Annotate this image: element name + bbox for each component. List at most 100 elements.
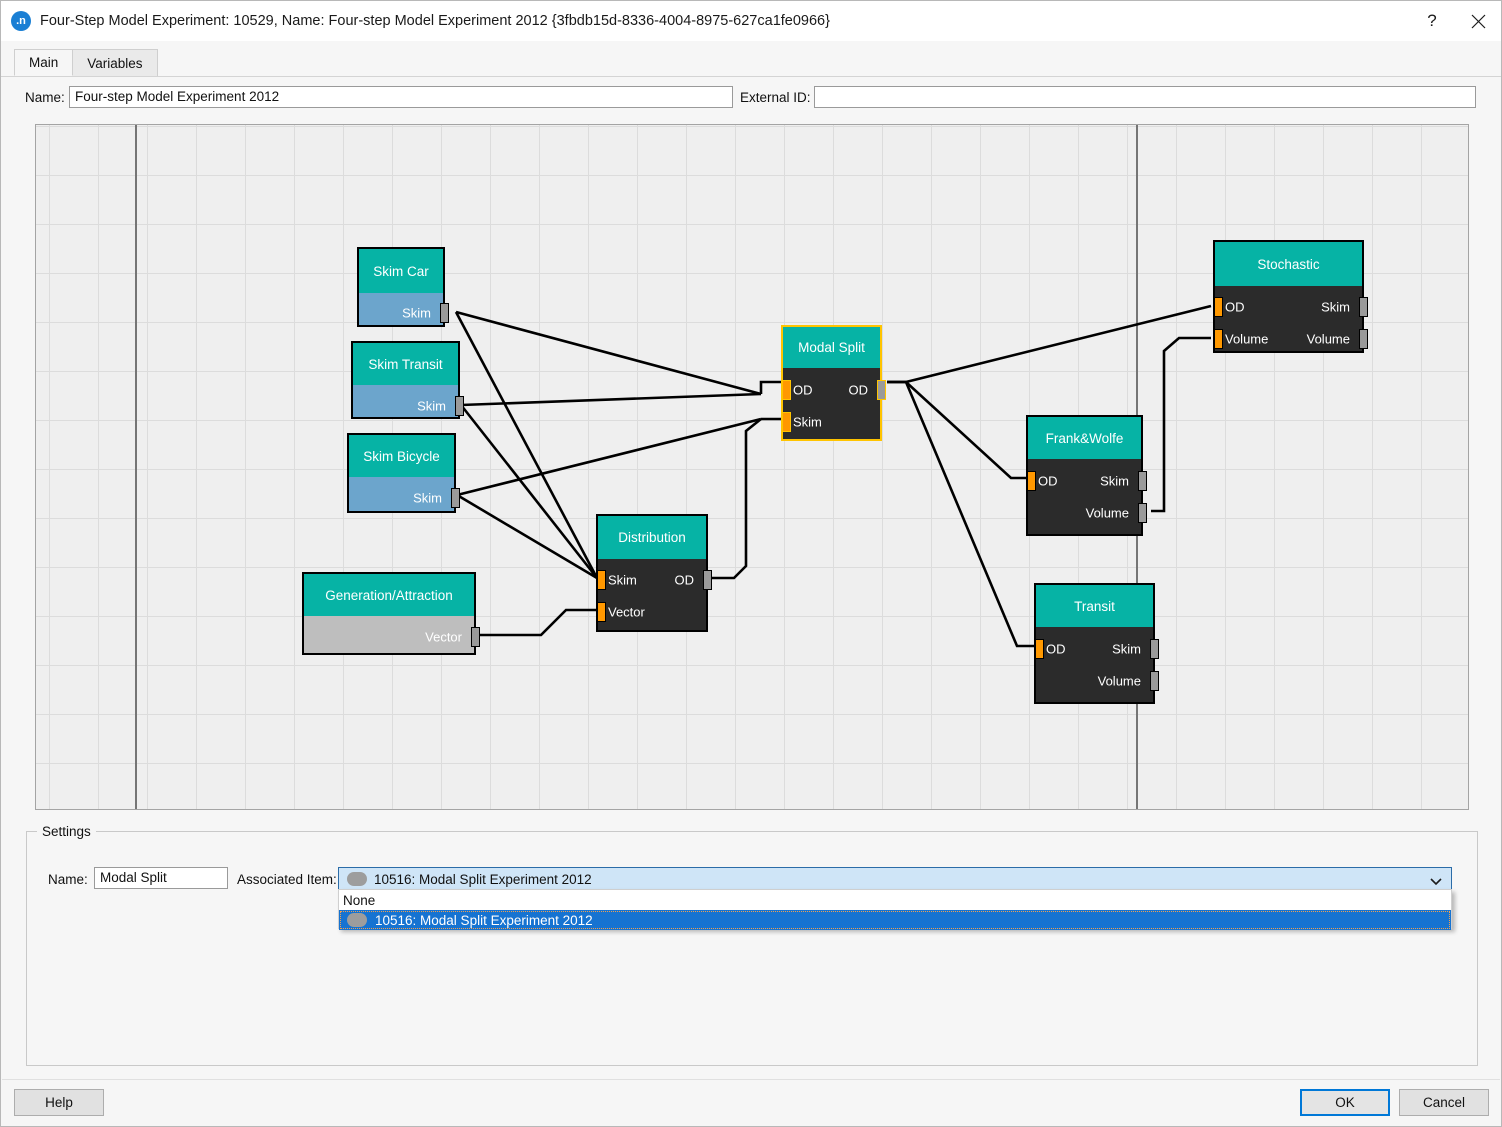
port-out-volume[interactable] (1359, 329, 1368, 349)
edge[interactable] (479, 608, 597, 637)
edge[interactable] (1151, 336, 1211, 513)
port-label-skim-in: Skim (793, 414, 822, 430)
node-distribution[interactable]: Distribution Skim OD Vector (596, 514, 712, 632)
associated-item-combobox[interactable]: 10516: Modal Split Experiment 2012 (338, 867, 1452, 891)
associated-item-value: 10516: Modal Split Experiment 2012 (374, 871, 592, 887)
port-out-skim[interactable] (451, 488, 460, 508)
title-bar: .n Four-Step Model Experiment: 10529, Na… (1, 1, 1501, 41)
cancel-button[interactable]: Cancel (1399, 1089, 1489, 1116)
item-icon (347, 913, 367, 927)
port-label-skim-out: Skim (1112, 641, 1141, 657)
dropdown-item-modal-split[interactable]: 10516: Modal Split Experiment 2012 (339, 910, 1451, 930)
port-out-skim[interactable] (440, 303, 449, 323)
node-skim_transit[interactable]: Skim Transit Skim (351, 341, 464, 419)
node-body: OD Skim Volume (1027, 459, 1147, 534)
node-modal_split[interactable]: Modal Split OD OD Skim (781, 325, 886, 441)
associated-item-dropdown-list[interactable]: None 10516: Modal Split Experiment 2012 (338, 889, 1452, 930)
node-transit[interactable]: Transit OD Skim Volume (1034, 583, 1159, 704)
node-title: Generation/Attraction (304, 574, 474, 616)
port-out-skim[interactable] (1359, 297, 1368, 317)
port-label-volume-out: Volume (1085, 505, 1129, 521)
port-out-od[interactable] (703, 570, 712, 590)
port-row: Volume (1036, 670, 1159, 692)
edge[interactable] (759, 380, 783, 394)
node-title: Stochastic (1215, 242, 1362, 286)
connection-edges (454, 304, 1212, 648)
settings-legend: Settings (37, 824, 96, 839)
port-row: Skim (1215, 296, 1368, 318)
port-row: Skim (353, 395, 464, 417)
chevron-down-icon[interactable] (1430, 874, 1442, 889)
port-label-od-out: OD (674, 572, 695, 588)
node-title: Skim Bicycle (349, 435, 454, 477)
port-in-vector[interactable] (597, 602, 606, 622)
node-title: Modal Split (783, 327, 880, 368)
edge[interactable] (887, 380, 1028, 480)
port-out-vector[interactable] (471, 627, 480, 647)
node-skim_bicycle[interactable]: Skim Bicycle Skim (347, 433, 460, 513)
item-icon (347, 872, 367, 886)
port-in-skim[interactable] (782, 412, 791, 432)
node-gen_attr[interactable]: Generation/Attraction Vector (302, 572, 480, 655)
edge[interactable] (887, 380, 1036, 648)
port-out-skim[interactable] (455, 396, 464, 416)
port-label-skim-out: Skim (1321, 299, 1350, 315)
port-out-volume[interactable] (1138, 503, 1147, 523)
external-id-input[interactable] (814, 86, 1476, 108)
port-label-volume-out: Volume (1306, 331, 1350, 347)
associated-item-label: Associated Item: (237, 872, 337, 887)
settings-name-input[interactable]: Modal Split (94, 867, 228, 889)
node-title: Skim Car (359, 249, 443, 293)
port-row: Volume (1215, 328, 1368, 350)
port-out-od[interactable] (877, 380, 886, 400)
tab-variables[interactable]: Variables (72, 49, 158, 76)
edge[interactable] (708, 417, 762, 580)
port-out-skim[interactable] (1138, 471, 1147, 491)
port-label-skim-out: Skim (413, 490, 442, 506)
edge[interactable] (460, 392, 762, 407)
port-label-skim-out: Skim (1100, 473, 1129, 489)
port-row: Vector (597, 601, 706, 623)
model-canvas[interactable]: Skim Car Skim Skim Transit Skim Skim Bicycle… (35, 124, 1469, 810)
port-row: OD (598, 569, 712, 591)
port-label-od-out: OD (848, 382, 869, 398)
node-title: Transit (1036, 585, 1153, 627)
node-title: Frank&Wolfe (1028, 417, 1141, 459)
port-row: Vector (304, 626, 480, 648)
app-icon: .n (11, 11, 31, 31)
node-body: OD Skim Volume Volume (1214, 286, 1368, 351)
edge[interactable] (454, 311, 599, 579)
node-frank_wolfe[interactable]: Frank&Wolfe OD Skim Volume (1026, 415, 1147, 536)
edge[interactable] (455, 310, 762, 396)
node-body: Skim (359, 293, 449, 325)
port-row: Skim (349, 487, 460, 509)
dropdown-item-none[interactable]: None (339, 890, 1451, 910)
close-icon[interactable] (1455, 1, 1501, 41)
name-input[interactable]: Four-step Model Experiment 2012 (69, 86, 733, 108)
port-out-skim[interactable] (1150, 639, 1159, 659)
port-label-skim-out: Skim (417, 398, 446, 414)
tab-bar: Main Variables (1, 41, 1501, 77)
window-title: Four-Step Model Experiment: 10529, Name:… (40, 13, 830, 29)
node-skim_car[interactable]: Skim Car Skim (357, 247, 449, 327)
node-title: Distribution (598, 516, 706, 559)
help-icon[interactable]: ? (1409, 1, 1455, 41)
port-row: Skim (359, 302, 449, 324)
node-body: OD OD Skim (782, 368, 886, 439)
node-body: Skim (349, 477, 460, 511)
port-row: Skim (1036, 638, 1159, 660)
node-body: Skim (353, 385, 464, 417)
edge[interactable] (887, 304, 1212, 384)
help-button[interactable]: Help (14, 1089, 104, 1116)
ok-button[interactable]: OK (1300, 1089, 1390, 1116)
footer-divider (2, 1079, 1500, 1080)
node-title: Skim Transit (353, 343, 458, 385)
edge[interactable] (459, 404, 599, 579)
dropdown-item-label: None (343, 892, 376, 908)
port-label-volume-out: Volume (1097, 673, 1141, 689)
node-stochastic[interactable]: Stochastic OD Skim Volume Volume (1213, 240, 1368, 353)
port-out-volume[interactable] (1150, 671, 1159, 691)
tab-main[interactable]: Main (14, 49, 74, 76)
port-row: Volume (1028, 502, 1147, 524)
port-label-vector-out: Vector (425, 629, 462, 645)
